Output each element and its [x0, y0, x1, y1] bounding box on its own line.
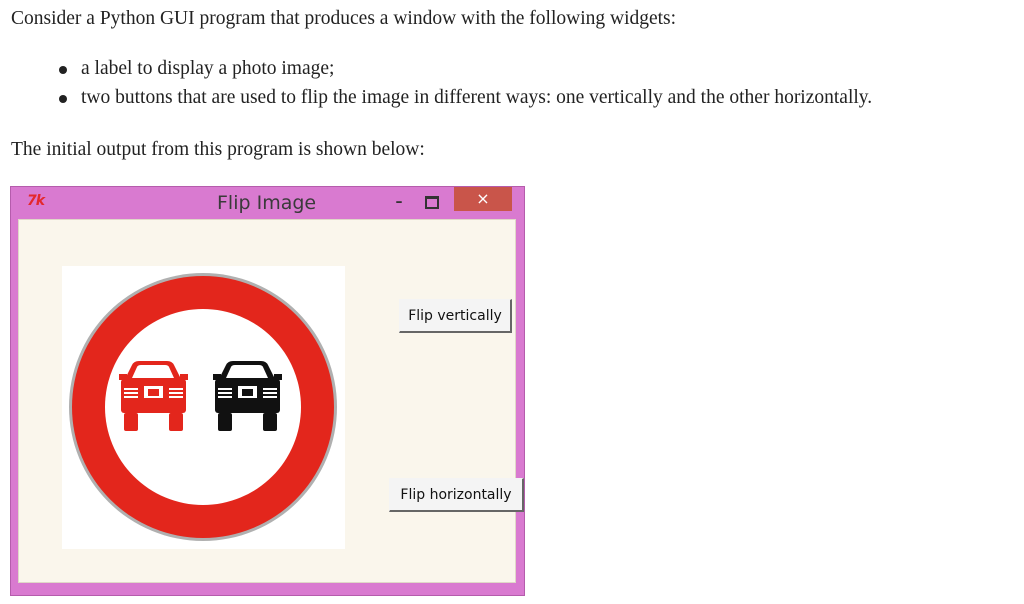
photo-label	[62, 266, 345, 549]
widget-list: a label to display a photo image; two bu…	[0, 57, 872, 115]
intro-paragraph: Consider a Python GUI program that produ…	[11, 8, 677, 29]
flip-vertically-button[interactable]: Flip vertically	[399, 299, 512, 333]
list-item: a label to display a photo image;	[0, 57, 872, 86]
window-title: Flip Image	[217, 192, 317, 214]
bullet-icon	[59, 95, 67, 103]
title-bar[interactable]: 7k Flip Image – ×	[11, 187, 524, 219]
bullet-icon	[59, 66, 67, 74]
maximize-button[interactable]	[425, 196, 439, 209]
close-button[interactable]: ×	[454, 187, 512, 211]
list-item-text: a label to display a photo image;	[81, 58, 335, 79]
outro-paragraph: The initial output from this program is …	[11, 139, 425, 160]
tk-app-icon: 7k	[27, 193, 45, 209]
flip-horizontally-button[interactable]: Flip horizontally	[389, 478, 524, 512]
list-item-text: two buttons that are used to flip the im…	[81, 87, 873, 108]
window-client-area: Flip vertically Flip horizontally	[18, 219, 524, 583]
list-item: two buttons that are used to flip the im…	[0, 86, 872, 115]
no-overtaking-sign-icon	[69, 273, 337, 541]
minimize-button[interactable]: –	[389, 193, 409, 213]
tk-window: 7k Flip Image – × Flip vertically Flip h…	[10, 186, 525, 596]
